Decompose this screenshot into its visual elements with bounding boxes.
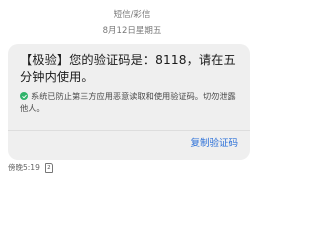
sim-card-number: 2 — [47, 165, 51, 171]
copy-code-button[interactable]: 复制验证码 — [190, 137, 238, 150]
security-note: 系统已防止第三方应用恶意读取和使用验证码。切勿泄露他人。 — [20, 91, 240, 114]
message-meta: 傍晚5:19 2 — [8, 162, 53, 174]
message-body[interactable]: 【极验】您的验证码是：8118，请在五分钟内使用。 — [20, 52, 240, 86]
message-time: 傍晚5:19 — [8, 163, 40, 172]
security-note-text: 系统已防止第三方应用恶意读取和使用验证码。切勿泄露他人。 — [20, 91, 236, 113]
message-bubble[interactable]: 【极验】您的验证码是：8118，请在五分钟内使用。 系统已防止第三方应用恶意读取… — [8, 44, 250, 160]
message-type-label: 短信/彩信 — [113, 10, 151, 20]
message-date: 8月12日星期五 — [102, 26, 162, 36]
sim-card-icon: 2 — [44, 163, 53, 173]
shield-check-icon — [20, 92, 28, 100]
bubble-divider — [8, 130, 250, 131]
